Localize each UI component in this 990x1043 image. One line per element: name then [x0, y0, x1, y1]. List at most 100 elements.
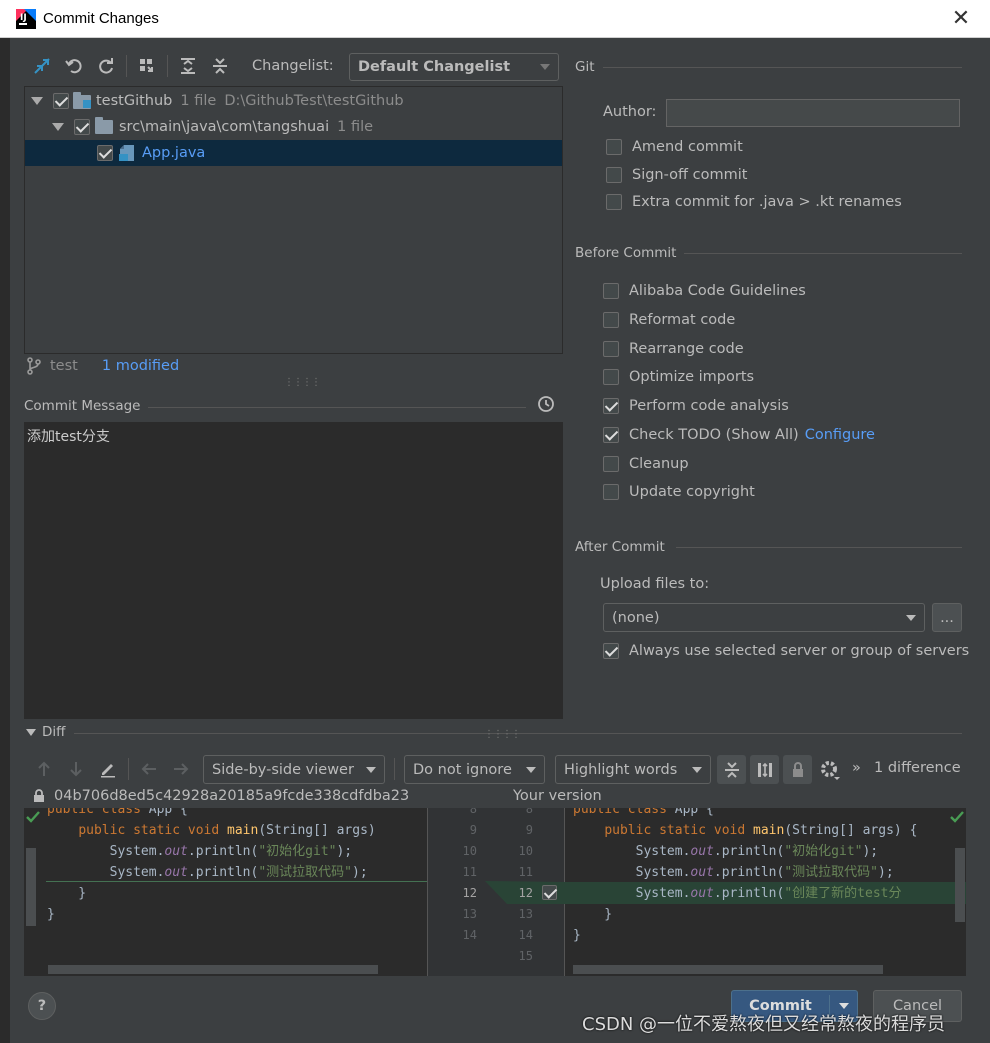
sign-off-checkbox[interactable] — [606, 167, 622, 183]
diff-view-toggles — [717, 755, 812, 784]
viewer-mode-dropdown[interactable]: Side-by-side viewer — [203, 755, 385, 784]
clock-icon — [538, 396, 554, 412]
sync-scroll-button[interactable] — [750, 755, 779, 784]
rollback-button[interactable] — [62, 54, 86, 78]
highlight-dropdown[interactable]: Highlight words — [555, 755, 711, 784]
tree-node-file[interactable]: App.java — [25, 140, 562, 166]
left-scrollbar-vertical[interactable] — [26, 848, 36, 926]
expand-all-button[interactable] — [176, 54, 200, 78]
lock-editing-button[interactable] — [783, 755, 812, 784]
close-window-button[interactable]: ✕ — [946, 4, 976, 34]
modified-count-link[interactable]: 1 modified — [102, 358, 179, 374]
rearrange-code-checkbox[interactable] — [603, 341, 619, 357]
tree-node-root[interactable]: testGithub 1 file D:\GithubTest\testGith… — [25, 88, 562, 114]
amend-commit-checkbox[interactable] — [606, 139, 622, 155]
code-token: App { — [674, 808, 714, 817]
previous-difference-button[interactable] — [32, 757, 56, 781]
splitter-handle[interactable]: ⋮⋮⋮⋮ — [284, 377, 321, 388]
right-scrollbar-vertical[interactable] — [955, 848, 965, 922]
always-use-server-checkbox[interactable] — [603, 643, 619, 659]
root-file-count: 1 file — [180, 93, 217, 109]
viewer-mode-value: Side-by-side viewer — [212, 761, 354, 778]
diff-gutter: 8 9 10 11 12 13 14 8 9 10 11 12 13 14 15 — [427, 808, 565, 976]
configure-link[interactable]: Configure — [805, 427, 875, 443]
browse-servers-button[interactable]: ... — [932, 603, 962, 632]
left-revision-header: 04b706d8ed5c42928a20185a9fcde338cdfdba23 — [32, 788, 409, 804]
left-editor[interactable]: public class App { public static void ma… — [24, 808, 427, 976]
help-button[interactable]: ? — [28, 992, 56, 1020]
check-todo-option[interactable]: Check TODO (Show All) Configure — [603, 427, 875, 443]
right-code-line: } — [573, 925, 917, 946]
right-revision-title: Your version — [513, 788, 602, 804]
root-checkbox[interactable] — [53, 93, 69, 109]
diff-settings-button[interactable] — [819, 759, 841, 785]
splitter-handle[interactable]: ⋮⋮⋮⋮ — [484, 729, 521, 740]
rearrange-code-option[interactable]: Rearrange code — [603, 341, 744, 357]
check-todo-checkbox[interactable] — [603, 427, 619, 443]
extra-commit-checkbox[interactable] — [606, 194, 622, 210]
history-button[interactable] — [537, 395, 555, 417]
edit-source-button[interactable] — [96, 757, 120, 781]
show-diff-button[interactable] — [30, 54, 54, 78]
expand-arrow-icon[interactable] — [31, 97, 43, 105]
always-use-server-option[interactable]: Always use selected server or group of s… — [603, 643, 969, 659]
code-token: ); — [352, 865, 368, 880]
amend-commit-option[interactable]: Amend commit — [606, 139, 743, 155]
collapse-all-icon — [213, 58, 227, 74]
author-input[interactable] — [666, 99, 960, 127]
more-actions-button[interactable]: » — [852, 760, 861, 776]
right-editor[interactable]: public class App { public static void ma… — [565, 808, 966, 976]
reformat-code-checkbox[interactable] — [603, 312, 619, 328]
diff-section-toggle[interactable]: Diff — [26, 724, 65, 740]
refresh-button[interactable] — [94, 54, 118, 78]
line-number: 14 — [518, 928, 533, 942]
right-scrollbar-horizontal[interactable] — [573, 965, 883, 974]
cleanup-option[interactable]: Cleanup — [603, 456, 689, 472]
difference-count: 1 difference — [874, 760, 961, 776]
extra-commit-option[interactable]: Extra commit for .java > .kt renames — [606, 194, 902, 210]
file-checkbox[interactable] — [97, 145, 113, 161]
optimize-imports-checkbox[interactable] — [603, 369, 619, 385]
left-code-line: } — [47, 904, 376, 925]
status-bar: test 1 modified — [26, 357, 179, 375]
update-copyright-checkbox[interactable] — [603, 484, 619, 500]
collapse-unchanged-button[interactable] — [717, 755, 746, 784]
arrow-left-icon — [141, 763, 156, 775]
expand-arrow-icon[interactable] — [52, 123, 64, 131]
code-token: ); — [336, 844, 353, 859]
next-file-button[interactable] — [169, 757, 193, 781]
arrow-down-icon — [70, 762, 82, 777]
changelist-dropdown[interactable]: Default Changelist — [349, 53, 559, 81]
cleanup-checkbox[interactable] — [603, 456, 619, 472]
alibaba-guidelines-option[interactable]: Alibaba Code Guidelines — [603, 283, 806, 299]
line-number: 9 — [525, 823, 533, 837]
sign-off-option[interactable]: Sign-off commit — [606, 167, 747, 183]
show-diff-icon — [34, 58, 50, 74]
include-change-checkbox[interactable] — [542, 885, 557, 900]
changes-tree: testGithub 1 file D:\GithubTest\testGith… — [24, 86, 563, 354]
optimize-imports-option[interactable]: Optimize imports — [603, 369, 754, 385]
code-token: "测试拉取代码" — [784, 865, 878, 880]
code-token: public class — [573, 808, 675, 817]
check-mark-icon — [950, 811, 964, 823]
collapse-all-button[interactable] — [208, 54, 232, 78]
folder-icon — [95, 117, 113, 134]
group-by-button[interactable] — [135, 54, 159, 78]
code-analysis-checkbox[interactable] — [603, 398, 619, 414]
previous-file-button[interactable] — [137, 757, 161, 781]
next-difference-button[interactable] — [64, 757, 88, 781]
commit-options-button[interactable] — [830, 1003, 857, 1009]
left-scrollbar-horizontal[interactable] — [48, 965, 378, 974]
alibaba-guidelines-checkbox[interactable] — [603, 283, 619, 299]
upload-server-dropdown[interactable]: (none) — [603, 603, 925, 632]
after-commit-section-label: After Commit — [575, 539, 665, 555]
code-analysis-option[interactable]: Perform code analysis — [603, 398, 789, 414]
update-copyright-option[interactable]: Update copyright — [603, 484, 755, 500]
tree-node-folder[interactable]: src\main\java\com\tangshuai 1 file — [25, 114, 562, 140]
commit-message-input[interactable]: 添加test分支 — [24, 422, 563, 719]
reformat-code-option[interactable]: Reformat code — [603, 312, 735, 328]
folder-checkbox[interactable] — [74, 119, 90, 135]
whitespace-dropdown[interactable]: Do not ignore — [404, 755, 545, 784]
code-token: .println( — [713, 886, 785, 901]
